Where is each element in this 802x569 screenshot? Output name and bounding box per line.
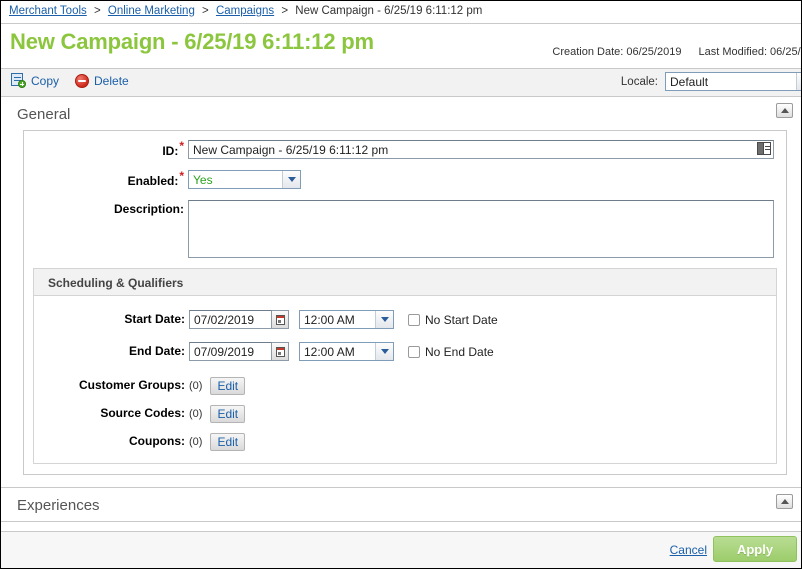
copy-button[interactable]: Copy [11,73,59,88]
required-marker: * [179,169,184,183]
breadcrumb-separator: > [281,5,289,17]
end-date-label: End Date: [128,344,185,358]
delete-button[interactable]: Delete [75,73,129,88]
coupons-row: Coupons: (0) Edit [34,423,776,451]
no-start-date-checkbox[interactable] [408,313,420,326]
chevron-up-icon [780,108,789,113]
end-date-picker: 07/09/2019 [189,342,289,361]
general-section-title: General [17,106,71,123]
required-marker: * [179,139,184,153]
description-textarea[interactable] [188,200,774,258]
action-toolbar: Copy Delete Locale: Default [1,69,801,97]
start-time-select[interactable]: 12:00 AM [299,310,394,329]
general-section-header: General [1,97,801,130]
coupons-label: Coupons: [129,434,185,448]
breadcrumb-separator: > [202,5,209,17]
no-start-date-field: No Start Date [408,312,498,327]
delete-button-label: Delete [94,73,129,88]
page-header: New Campaign - 6/25/19 6:11:12 pm Creati… [1,24,801,69]
locale-select-value: Default [670,75,709,89]
description-input-wrap [188,200,774,258]
breadcrumb-item-campaigns[interactable]: Campaigns [216,5,274,17]
general-panel: ID:* New Campaign - 6/25/19 6:11:12 pm E… [23,130,787,475]
chevron-down-icon [282,171,300,188]
chevron-up-icon [780,499,789,504]
last-modified-date: Last Modified: 06/25/201 [698,46,801,58]
scheduling-subpanel: Scheduling & Qualifiers Start Date: 07/0… [33,268,777,464]
calendar-icon[interactable] [272,342,289,361]
breadcrumb: Merchant Tools > Online Marketing > Camp… [1,1,801,24]
no-start-date-label: No Start Date [425,312,498,327]
id-input-wrap: New Campaign - 6/25/19 6:11:12 pm [188,140,774,159]
customer-groups-count: (0) [189,379,203,392]
end-date-input[interactable]: 07/09/2019 [189,342,272,361]
delete-icon [75,73,90,88]
chevron-down-icon [796,73,801,90]
enabled-field-row: Enabled:* Yes [24,161,786,191]
start-time-value: 12:00 AM [304,313,355,327]
experiences-section: Experiences [1,488,801,522]
source-codes-row: Source Codes: (0) Edit [34,395,776,423]
enabled-select-value: Yes [193,173,213,187]
id-field-row: ID:* New Campaign - 6/25/19 6:11:12 pm [24,131,786,161]
cancel-link[interactable]: Cancel [670,543,707,557]
chevron-down-icon [375,343,393,360]
description-field-row: Description: [24,191,786,258]
coupons-edit-button[interactable]: Edit [210,432,246,451]
locale-label: Locale: [620,75,658,88]
customer-groups-edit-button[interactable]: Edit [210,376,246,395]
end-time-select[interactable]: 12:00 AM [299,342,394,361]
breadcrumb-separator: > [93,5,101,17]
copy-button-label: Copy [31,73,60,88]
apply-button[interactable]: Apply [713,536,797,562]
chevron-down-icon [375,311,393,328]
coupons-count: (0) [189,435,203,448]
no-end-date-label: No End Date [425,344,494,359]
customer-groups-label: Customer Groups: [78,378,185,392]
start-date-picker: 07/02/2019 [189,310,289,329]
source-codes-edit-button[interactable]: Edit [210,404,246,423]
id-label: ID:* [162,139,184,158]
scheduling-subpanel-title: Scheduling & Qualifiers [34,269,776,296]
breadcrumb-item-merchant-tools[interactable]: Merchant Tools [9,5,87,17]
start-date-row: Start Date: 07/02/2019 12:00 AM No Start… [34,306,776,329]
locale-select[interactable]: Default [665,72,801,91]
id-input[interactable]: New Campaign - 6/25/19 6:11:12 pm [188,140,774,159]
source-codes-count: (0) [189,407,203,420]
collapse-experiences-button[interactable] [776,494,793,509]
enabled-select[interactable]: Yes [188,170,301,189]
start-date-input[interactable]: 07/02/2019 [189,310,272,329]
copy-icon [11,73,26,88]
id-picker-icon[interactable] [757,142,771,155]
no-end-date-checkbox[interactable] [408,345,420,358]
experiences-section-title: Experiences [17,497,100,514]
enabled-label: Enabled:* [127,169,184,188]
breadcrumb-item-current: New Campaign - 6/25/19 6:11:12 pm [295,5,483,17]
experiences-section-header: Experiences [1,488,801,521]
form-footer: Cancel Apply [1,531,801,568]
end-date-row: End Date: 07/09/2019 12:00 AM No End Dat… [34,329,776,361]
general-section: General ID:* New Campaign - 6/25/19 6:11… [1,97,801,488]
description-label: Description: [113,202,184,216]
campaign-detail-page: Merchant Tools > Online Marketing > Camp… [0,0,802,569]
collapse-general-button[interactable] [776,103,793,118]
record-meta: Creation Date: 06/25/2019 Last Modified:… [538,46,801,58]
customer-groups-row: Customer Groups: (0) Edit [34,361,776,395]
calendar-icon[interactable] [272,310,289,329]
no-end-date-field: No End Date [408,344,494,359]
source-codes-label: Source Codes: [100,406,185,420]
creation-date: Creation Date: 06/25/2019 [552,46,682,58]
breadcrumb-item-online-marketing[interactable]: Online Marketing [108,5,195,17]
end-time-value: 12:00 AM [304,345,355,359]
start-date-label: Start Date: [124,312,185,326]
page-title: New Campaign - 6/25/19 6:11:12 pm [10,29,374,54]
